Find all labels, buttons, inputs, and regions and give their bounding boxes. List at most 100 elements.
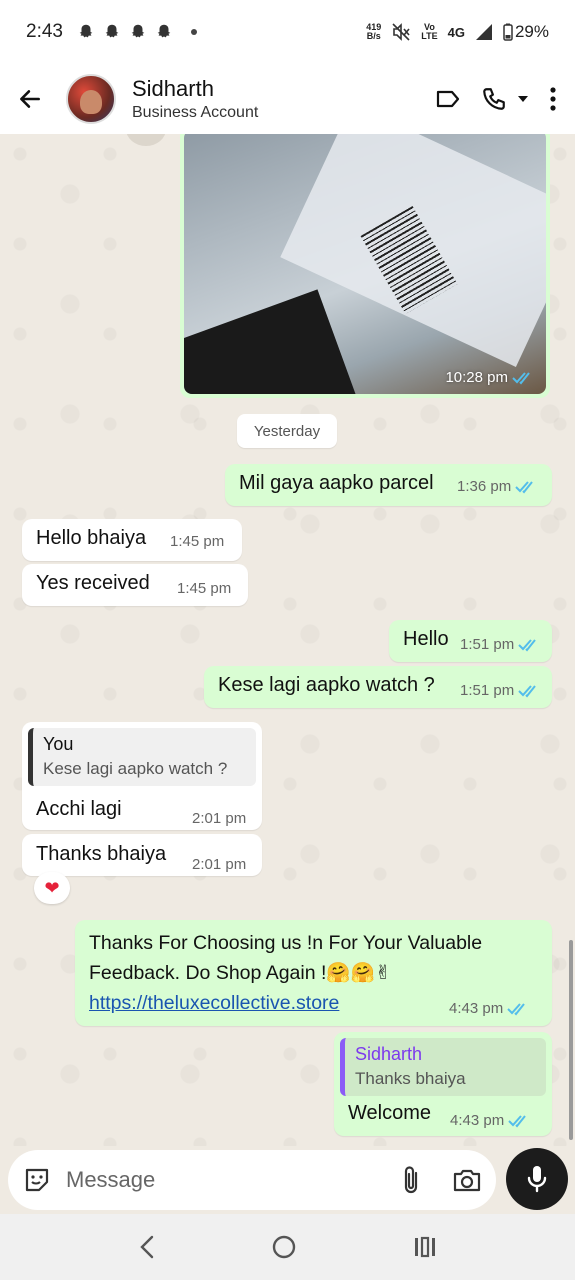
message-bubble-outgoing[interactable]: Hello 1:51 pm [389, 620, 552, 662]
volte-indicator: Vo LTE [421, 22, 438, 41]
message-time: 4:43 pm [449, 1000, 504, 1017]
sticker-icon[interactable] [22, 1165, 52, 1195]
input-bar: Message [0, 1146, 575, 1214]
message-text: Welcome [348, 1102, 431, 1124]
double-check-icon [518, 684, 536, 697]
message-text: Acchi lagi [36, 798, 122, 820]
message-text: Mil gaya aapko parcel [239, 472, 434, 494]
message-time: 10:28 pm [445, 369, 508, 386]
double-check-icon [515, 480, 533, 493]
arrow-back-icon [20, 90, 40, 108]
parcel-photo: 10:28 pm [184, 134, 546, 394]
double-check-icon [507, 1002, 525, 1015]
mute-icon [392, 23, 410, 41]
signal-icon [475, 24, 492, 40]
network-type: 4G [447, 24, 465, 40]
nav-back-icon[interactable] [138, 1235, 156, 1259]
heart-reaction[interactable]: ❤ [34, 872, 70, 904]
message-time: 4:43 pm [450, 1112, 505, 1129]
status-right: 419 B/s Vo LTE 4G 29% [366, 22, 549, 42]
double-check-icon [512, 371, 530, 384]
message-composer[interactable]: Message [8, 1150, 496, 1210]
message-link[interactable]: https://theluxecollective.store [89, 988, 482, 1018]
attach-icon[interactable] [400, 1165, 422, 1195]
snapchat-icon [79, 24, 93, 38]
back-button[interactable] [0, 64, 60, 134]
message-text: Yes received [36, 572, 150, 594]
message-time: 1:45 pm [170, 533, 225, 550]
scrollbar[interactable] [569, 940, 573, 1140]
label-icon[interactable] [435, 86, 461, 112]
chevron-down-icon [518, 96, 528, 102]
camera-icon[interactable] [452, 1166, 482, 1194]
double-check-icon [508, 1114, 526, 1127]
snapchat-icon [105, 24, 119, 38]
net-speed: 419 B/s [366, 22, 382, 41]
message-time: 1:45 pm [177, 580, 232, 597]
notification-icons [77, 22, 173, 42]
header-actions [435, 86, 575, 112]
contact-info[interactable]: Sidharth Business Account [132, 76, 258, 122]
battery-icon [503, 23, 513, 41]
message-time: 2:01 pm [192, 810, 247, 827]
message-line: Feedback. Do Shop Again !🤗🤗✌ [89, 962, 392, 984]
message-time: 1:51 pm [460, 636, 515, 653]
message-text: Thanks For Choosing us !n For Your Valua… [89, 928, 482, 1018]
mic-button[interactable] [506, 1148, 568, 1210]
message-meta: 10:28 pm [445, 369, 534, 386]
message-meta: 1:51 pm [460, 636, 540, 653]
snapchat-icon [131, 24, 145, 38]
message-meta: 4:43 pm [449, 1000, 529, 1017]
chat-header: Sidharth Business Account [0, 64, 575, 134]
contact-name: Sidharth [132, 76, 214, 101]
message-text: Kese lagi aapko watch ? [218, 674, 435, 696]
message-text: Hello [403, 628, 449, 650]
contact-avatar[interactable] [66, 74, 116, 124]
date-separator: Yesterday [237, 414, 337, 448]
snapchat-icon [157, 24, 171, 38]
more-notifications-dot [190, 29, 197, 35]
message-bubble-outgoing[interactable]: Thanks For Choosing us !n For Your Valua… [75, 920, 552, 1026]
scroll-avatar-fragment [126, 134, 166, 146]
message-bubble-outgoing[interactable]: Mil gaya aapko parcel 1:36 pm [225, 464, 552, 506]
message-bubble-incoming[interactable]: Hello bhaiya 1:45 pm [22, 519, 242, 561]
quoted-message[interactable]: You Kese lagi aapko watch ? [28, 728, 256, 786]
phone-icon [483, 88, 505, 110]
status-left: 2:43 [26, 21, 197, 43]
message-bubble-incoming[interactable]: Yes received 1:45 pm [22, 564, 248, 606]
quoted-message[interactable]: Sidharth Thanks bhaiya [340, 1038, 546, 1096]
nav-home-icon[interactable] [271, 1234, 297, 1260]
quoted-text: Kese lagi aapko watch ? [43, 759, 228, 778]
status-bar: 2:43 419 B/s Vo LTE 4G 29% [0, 0, 575, 64]
message-text: Thanks bhaiya [36, 843, 167, 865]
mic-icon [527, 1166, 547, 1193]
message-time: 2:01 pm [192, 856, 247, 873]
photo-shadow [184, 289, 359, 394]
message-bubble-incoming[interactable]: Thanks bhaiya 2:01 pm [22, 834, 262, 876]
clock: 2:43 [26, 21, 63, 42]
chat-area[interactable]: 10:28 pm Yesterday Mil gaya aapko parcel… [0, 134, 575, 1146]
message-meta: 1:36 pm [457, 478, 537, 495]
message-meta: 4:43 pm [450, 1112, 530, 1129]
quoted-text: Thanks bhaiya [355, 1069, 466, 1088]
message-input[interactable]: Message [66, 1167, 155, 1193]
double-check-icon [518, 638, 536, 651]
nav-recents-icon[interactable] [413, 1236, 437, 1258]
image-message[interactable]: 10:28 pm [180, 134, 550, 398]
message-meta: 1:51 pm [460, 682, 540, 699]
more-options-icon[interactable] [549, 86, 557, 112]
battery: 29% [503, 22, 549, 42]
system-nav-bar [0, 1214, 575, 1280]
battery-percent: 29% [514, 22, 549, 41]
message-bubble-outgoing[interactable]: Sidharth Thanks bhaiya Welcome 4:43 pm [334, 1032, 552, 1136]
message-bubble-outgoing[interactable]: Kese lagi aapko watch ? 1:51 pm [204, 666, 552, 708]
message-text: Hello bhaiya [36, 527, 147, 549]
message-time: 1:51 pm [460, 682, 515, 699]
quoted-sender: You [43, 734, 74, 754]
call-button[interactable] [481, 86, 529, 112]
message-line: Thanks For Choosing us !n For Your Valua… [89, 932, 483, 954]
contact-subtitle: Business Account [132, 104, 259, 121]
quoted-sender: Sidharth [355, 1044, 423, 1064]
message-time: 1:36 pm [457, 478, 512, 495]
message-bubble-incoming[interactable]: You Kese lagi aapko watch ? Acchi lagi 2… [22, 722, 262, 830]
